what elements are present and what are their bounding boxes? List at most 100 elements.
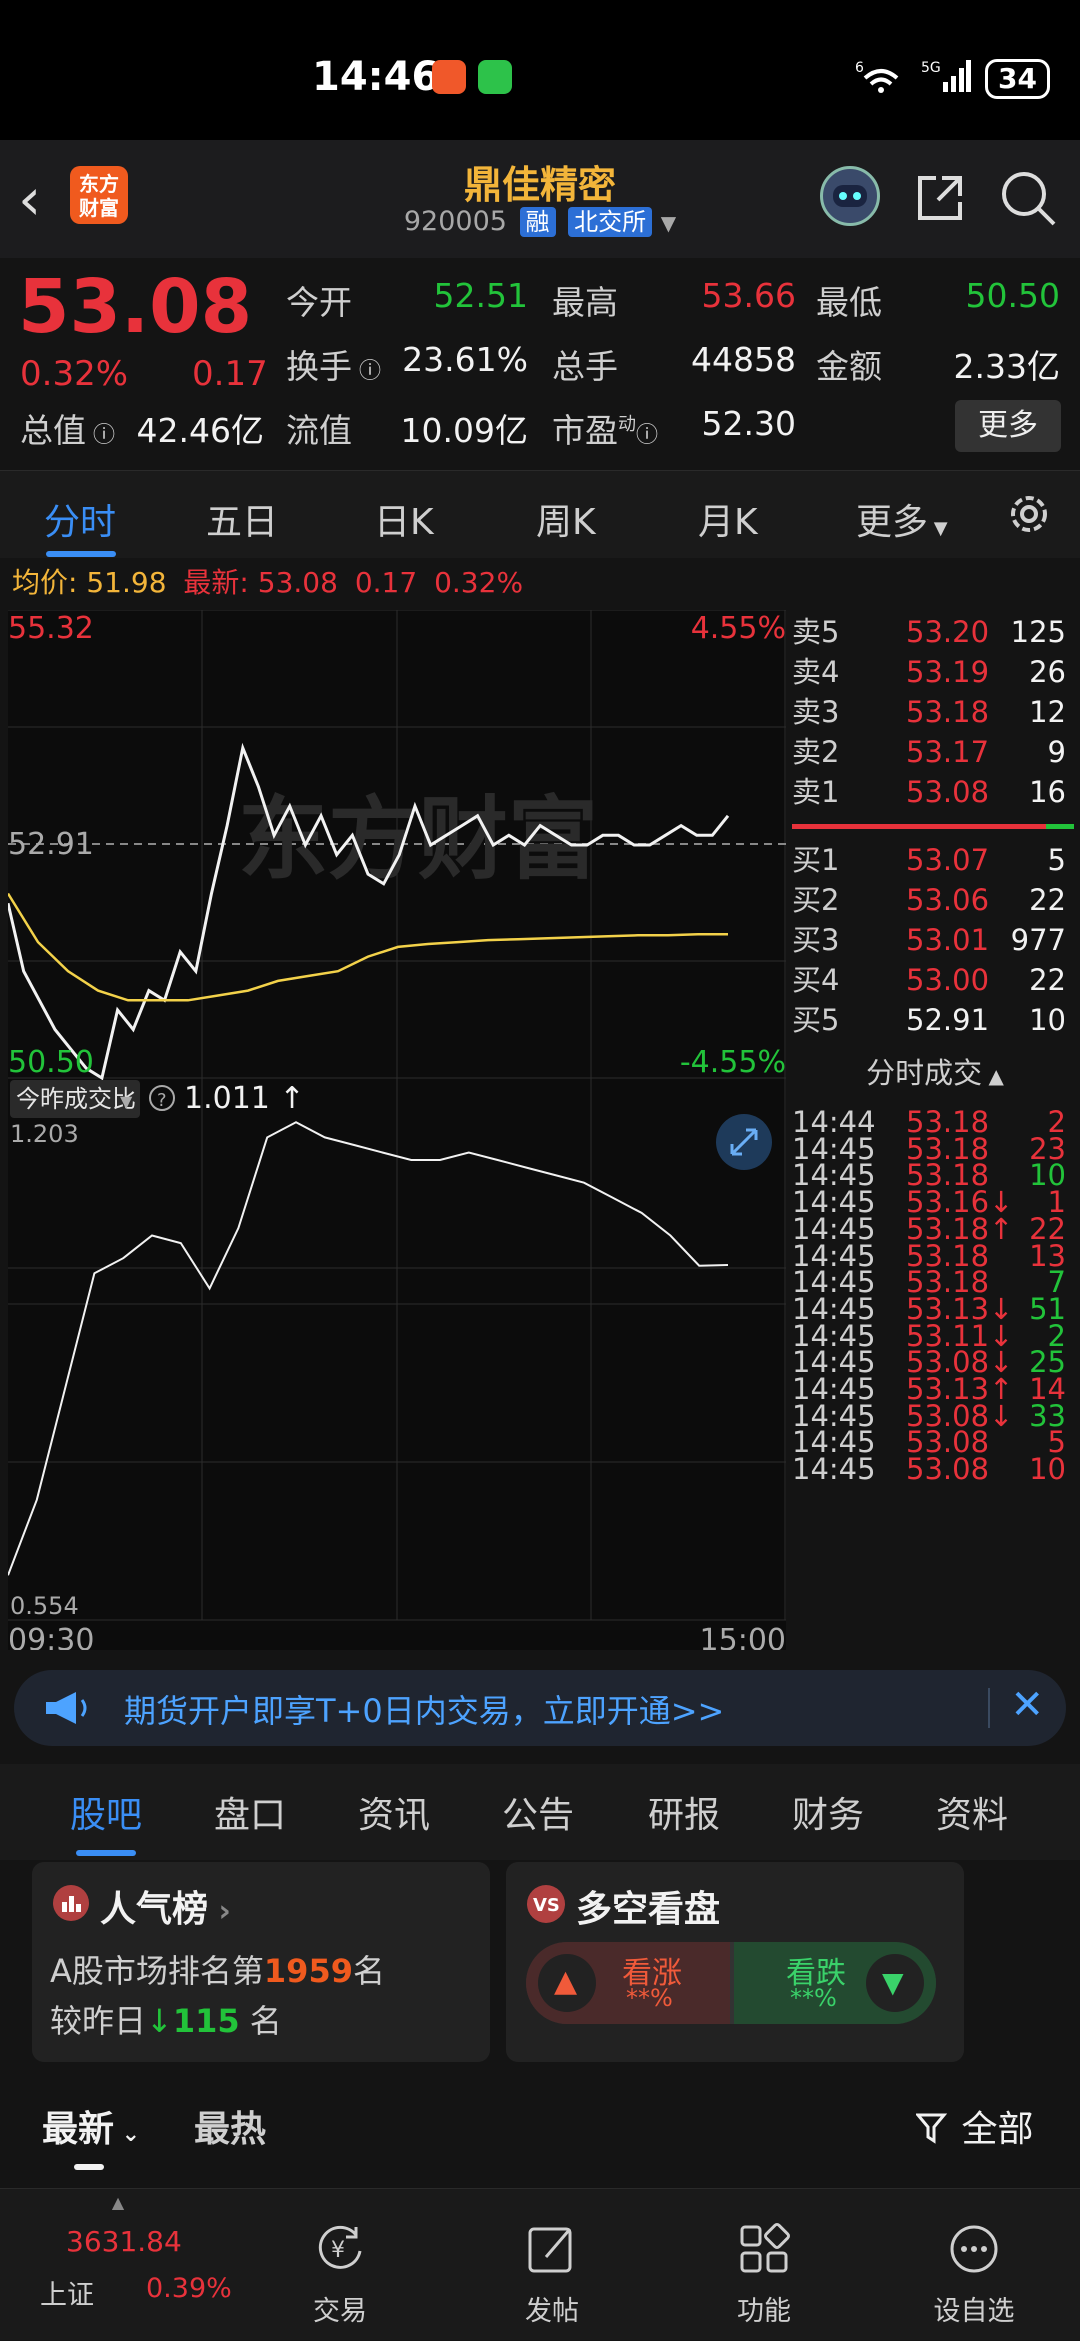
- sell-row[interactable]: 卖1 53.08 16: [790, 772, 1080, 812]
- tab-depth[interactable]: 盘口: [214, 1786, 286, 1838]
- pe-sup: 动: [618, 414, 636, 435]
- promo-banner[interactable]: 期货开户即享T+0日内交易，立即开通>> ✕: [14, 1670, 1066, 1746]
- more-quote-button[interactable]: 更多: [955, 400, 1061, 452]
- caret-down-icon: ▼: [660, 211, 677, 235]
- order-book: 卖5 53.20 125 卖4 53.19 26 卖3 53.18 12 卖2 …: [790, 612, 1080, 1652]
- svg-text:5G: 5G: [921, 60, 941, 76]
- sort-latest[interactable]: 最新 ⌄: [42, 2100, 140, 2152]
- ref-price-label: 52.91: [8, 827, 94, 862]
- assistant-robot-icon[interactable]: [820, 166, 880, 226]
- close-icon[interactable]: ✕: [1010, 1682, 1044, 1728]
- tab-announcements[interactable]: 公告: [502, 1786, 574, 1838]
- buy-row[interactable]: 买3 53.01 977: [790, 920, 1080, 960]
- signal-icon: 5G: [921, 58, 972, 99]
- bottom-pct-label: -4.55%: [680, 1045, 786, 1080]
- tab-monthly-k[interactable]: 月K: [698, 493, 758, 545]
- info-icon[interactable]: ⓘ: [86, 423, 115, 448]
- caret-down-icon: ▼: [928, 518, 948, 539]
- search-icon[interactable]: [998, 168, 1058, 228]
- feed-sort-tabs: 最新 ⌄ 最热 全部: [0, 2080, 1080, 2180]
- tab-news[interactable]: 资讯: [358, 1786, 430, 1838]
- buy-row[interactable]: 买2 53.06 22: [790, 880, 1080, 920]
- section-tabs: 股吧 盘口 资讯 公告 研报 财务 资料: [0, 1764, 1080, 1860]
- buy-row[interactable]: 买5 52.91 10: [790, 1000, 1080, 1040]
- volume-value: 44858: [691, 340, 796, 379]
- volume-label: 总手: [552, 347, 618, 386]
- bottom-navigation: ▲ 3631.84 上证 0.39% ¥ 交易 发帖 功能 设自选: [0, 2188, 1080, 2340]
- intraday-chart[interactable]: 东方财富 55.32 4.55% 52.91 50.50 -4.55% 今昨成交…: [8, 610, 786, 1650]
- tab-intraday[interactable]: 分时: [44, 493, 116, 545]
- active-sort-indicator: [74, 2164, 104, 2170]
- index-name: 上证: [40, 2280, 94, 2311]
- popularity-card[interactable]: 人气榜 › A股市场排名第1959名 较昨日↓115 名: [32, 1862, 490, 2062]
- caret-up-icon: ▲: [982, 1064, 1004, 1088]
- turnover-value: 23.61%: [402, 340, 528, 379]
- nav-functions-label: 功能: [737, 2296, 791, 2327]
- index-pct: 0.39%: [146, 2273, 232, 2304]
- wifi-icon: 6: [855, 58, 907, 99]
- vs-icon: VS: [527, 1885, 565, 1923]
- watermark: 东方财富: [238, 787, 598, 892]
- svg-text:¥: ¥: [331, 2238, 345, 2263]
- filter-all[interactable]: 全部: [914, 2100, 1033, 2152]
- long-short-title: 多空看盘: [576, 1889, 721, 1930]
- tab-research[interactable]: 研报: [648, 1786, 720, 1838]
- tab-five-day[interactable]: 五日: [206, 493, 278, 545]
- buy-row[interactable]: 买1 53.07 5: [790, 840, 1080, 880]
- trade-row: 14:45 53.08 10: [792, 1452, 1066, 1487]
- banner-divider: [988, 1688, 990, 1728]
- sell-row[interactable]: 卖2 53.17 9: [790, 732, 1080, 772]
- nav-add-watchlist-label: 设自选: [933, 2296, 1015, 2327]
- market-cap-label: 总值 ⓘ: [20, 411, 115, 450]
- quote-panel: 53.08 0.32% 0.17 今开 52.51 最高 53.66 最低 50…: [0, 258, 1080, 468]
- tab-daily-k[interactable]: 日K: [374, 493, 434, 545]
- popularity-title: 人气榜 ›: [100, 1889, 231, 1930]
- low-value: 50.50: [965, 276, 1060, 315]
- tab-forum[interactable]: 股吧: [70, 1786, 142, 1838]
- buy-row[interactable]: 买4 53.00 22: [790, 960, 1080, 1000]
- sell-row[interactable]: 卖3 53.18 12: [790, 692, 1080, 732]
- svg-text:VS: VS: [533, 1895, 560, 1916]
- wechat-icon: [478, 60, 512, 94]
- info-icon[interactable]: ⓘ: [636, 423, 658, 448]
- nav-trade[interactable]: ¥ 交易: [270, 2189, 410, 2341]
- float-cap-value: 10.09亿: [400, 411, 528, 450]
- tab-more[interactable]: 更多 ▼: [856, 493, 948, 545]
- nav-add-watchlist[interactable]: 设自选: [904, 2189, 1044, 2341]
- time-start-label: 09:30: [8, 1623, 94, 1650]
- more-dots-icon: [950, 2225, 998, 2273]
- nav-post[interactable]: 发帖: [482, 2189, 622, 2341]
- gear-icon[interactable]: [1004, 489, 1054, 539]
- tab-financials[interactable]: 财务: [792, 1786, 864, 1838]
- battery-indicator: 34: [985, 58, 1050, 99]
- tab-profile[interactable]: 资料: [936, 1786, 1008, 1838]
- last-value: 53.08: [257, 566, 338, 599]
- exchange-tag: 北交所: [568, 207, 653, 237]
- sell-row[interactable]: 卖4 53.19 26: [790, 652, 1080, 692]
- change-percent: 0.32%: [20, 354, 129, 394]
- index-ticker[interactable]: ▲ 3631.84 上证 0.39%: [40, 2189, 232, 2341]
- notification-app-icon: [432, 60, 466, 94]
- nav-trade-label: 交易: [313, 2296, 367, 2327]
- float-cap-label: 流值: [286, 411, 352, 450]
- sell-row[interactable]: 卖5 53.20 125: [790, 612, 1080, 652]
- bullish-button[interactable]: ▲ 看涨 **%: [526, 1942, 730, 2024]
- active-tab-indicator: [46, 551, 116, 557]
- triangle-up-icon: ▲: [554, 1964, 578, 1999]
- bearish-button[interactable]: 看跌 **% ▼: [734, 1942, 936, 2024]
- info-icon[interactable]: ⓘ: [352, 359, 381, 384]
- share-icon[interactable]: [912, 170, 968, 226]
- popularity-delta-line: 较昨日↓115 名: [50, 2002, 282, 2040]
- nav-functions[interactable]: 功能: [694, 2189, 834, 2341]
- top-price-label: 55.32: [8, 611, 94, 646]
- trades-title[interactable]: 分时成交 ▲: [790, 1050, 1080, 1092]
- grid-icon: [740, 2223, 790, 2273]
- long-short-card: VS 多空看盘 ▲ 看涨 **% 看跌 **% ▼: [506, 1862, 964, 2062]
- nav-post-label: 发帖: [525, 2296, 579, 2327]
- open-value: 52.51: [433, 276, 528, 315]
- change-amount: 0.17: [192, 354, 268, 394]
- tab-weekly-k[interactable]: 周K: [536, 493, 596, 545]
- amount-label: 金额: [816, 347, 882, 386]
- triangle-down-icon: ▼: [882, 1966, 904, 1999]
- sort-hot[interactable]: 最热: [194, 2100, 266, 2152]
